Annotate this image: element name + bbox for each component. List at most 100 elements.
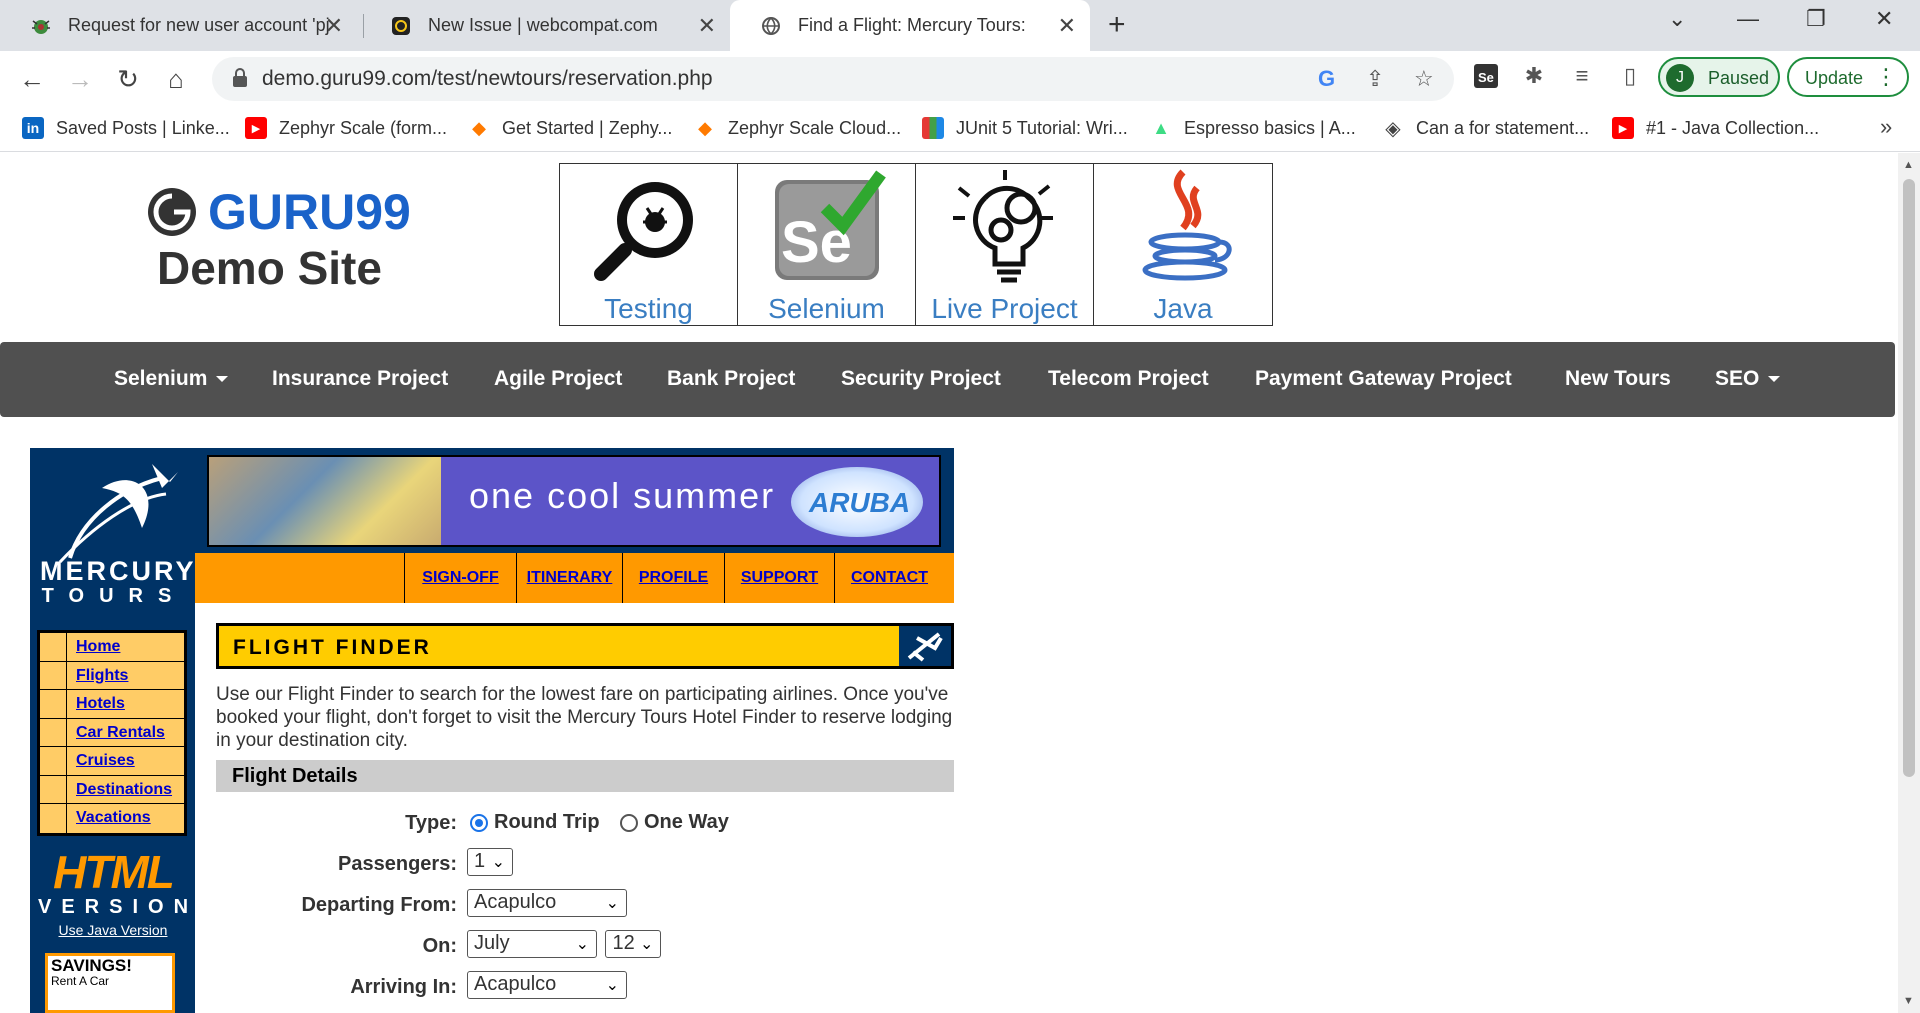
reading-list-icon[interactable]: ≡ (1568, 62, 1596, 90)
close-icon[interactable]: ✕ (1058, 13, 1076, 39)
scroll-down-arrow-icon[interactable]: ▼ (1903, 995, 1914, 1007)
left-nav-link[interactable]: Vacations (76, 809, 151, 827)
more-bookmarks-chevron-icon[interactable]: » (1880, 114, 1892, 140)
extensions-puzzle-icon[interactable]: ✱ (1520, 62, 1548, 90)
bookmarks-bar: in Saved Posts | Linke... ▶ Zephyr Scale… (0, 106, 1920, 152)
mercury-wordmark: MERCURY TOURS (40, 556, 194, 608)
left-nav-item-home[interactable]: Home (40, 633, 184, 662)
link-itinerary[interactable]: ITINERARY (516, 553, 622, 603)
guru99-logo[interactable]: GURU99 Demo Site (148, 183, 411, 295)
left-nav-link[interactable]: Destinations (76, 781, 172, 799)
caret-down-icon (1768, 376, 1781, 383)
course-live-project[interactable]: Live Project (916, 164, 1094, 325)
menu-label: SEO (1715, 367, 1760, 390)
page-scrollbar[interactable]: ▲ ▼ (1898, 153, 1920, 1013)
left-nav-item-destinations[interactable]: Destinations (40, 775, 184, 804)
close-icon[interactable]: ✕ (698, 13, 716, 39)
restore-icon[interactable]: ❐ (1806, 6, 1826, 32)
menu-selenium[interactable]: Selenium (114, 367, 229, 391)
course-selenium[interactable]: Se Selenium (738, 164, 916, 325)
menu-seo[interactable]: SEO (1715, 367, 1781, 391)
html-version-title: HTML (53, 846, 175, 898)
scroll-up-arrow-icon[interactable]: ▲ (1903, 159, 1914, 171)
left-nav-item-vacations[interactable]: Vacations (40, 804, 184, 833)
minimize-icon[interactable]: — (1737, 6, 1759, 32)
bookmark-item[interactable]: ▶ #1 - Java Collection... (1612, 117, 1819, 139)
profile-paused-button[interactable]: J Paused (1658, 57, 1780, 97)
new-tab-plus-icon[interactable]: + (1108, 8, 1126, 42)
left-nav-link[interactable]: Cruises (76, 752, 135, 770)
address-bar[interactable]: demo.guru99.com/test/newtours/reservatio… (212, 57, 1454, 101)
menu-agile-project[interactable]: Agile Project (494, 367, 622, 391)
bookmark-item[interactable]: ▶ Zephyr Scale (form... (245, 117, 447, 139)
forward-arrow-icon[interactable]: → (62, 61, 98, 97)
select-value: 12 (612, 932, 635, 954)
menu-telecom-project[interactable]: Telecom Project (1048, 367, 1209, 391)
menu-kebab-icon[interactable]: ⋮ (1875, 64, 1897, 90)
youtube-icon: ▶ (245, 117, 267, 139)
scrollbar-thumb[interactable] (1903, 179, 1915, 777)
left-nav-link[interactable]: Hotels (76, 695, 125, 713)
select-value: July (474, 932, 510, 954)
bookmark-star-icon[interactable]: ☆ (1414, 66, 1434, 92)
link-sign-off[interactable]: SIGN-OFF (404, 553, 516, 603)
one-way-radio[interactable] (620, 813, 638, 832)
link-support[interactable]: SUPPORT (724, 553, 834, 603)
type-row: Type: Round Trip One Way (216, 807, 954, 839)
bookmark-item[interactable]: ◆ Get Started | Zephy... (468, 117, 672, 139)
caret-down-icon (216, 376, 229, 383)
aruba-logo: ARUBA (791, 467, 923, 537)
left-nav-link[interactable]: Car Rentals (76, 724, 165, 742)
update-button[interactable]: Update ⋮ (1787, 57, 1909, 97)
left-nav-item-hotels[interactable]: Hotels (40, 690, 184, 719)
passengers-select[interactable]: 1 ⌄ (467, 848, 513, 876)
tab-find-a-flight[interactable]: Find a Flight: Mercury Tours: ✕ (730, 0, 1090, 51)
menu-security-project[interactable]: Security Project (841, 367, 1001, 391)
google-icon[interactable]: G (1318, 66, 1335, 92)
lightbulb-gears-icon (953, 170, 1053, 283)
left-nav-item-car-rentals[interactable]: Car Rentals (40, 718, 184, 747)
bookmark-item[interactable]: ◆ Zephyr Scale Cloud... (694, 117, 901, 139)
share-icon[interactable]: ⇪ (1366, 66, 1384, 92)
menu-insurance-project[interactable]: Insurance Project (272, 367, 448, 391)
month-select[interactable]: July ⌄ (467, 930, 597, 958)
selenium-extension-icon[interactable]: Se (1472, 62, 1500, 90)
bookmark-item[interactable]: JUnit 5 Tutorial: Wri... (922, 117, 1128, 139)
tab-request-user-account[interactable]: Request for new user account 'pj ✕ (0, 0, 357, 51)
java-version-link[interactable]: Use Java Version (38, 922, 188, 938)
tab-title: Request for new user account 'pj (68, 15, 330, 35)
menu-bank-project[interactable]: Bank Project (667, 367, 795, 391)
side-panel-icon[interactable]: ▯ (1616, 62, 1644, 90)
aruba-banner-ad[interactable]: one cool summer ARUBA (207, 455, 941, 547)
reload-icon[interactable]: ↻ (110, 61, 146, 97)
tab-webcompat-new-issue[interactable]: New Issue | webcompat.com ✕ (360, 0, 730, 51)
departing-select[interactable]: Acapulco ⌄ (467, 889, 627, 917)
arriving-select[interactable]: Acapulco ⌄ (467, 971, 627, 999)
window-close-icon[interactable]: ✕ (1875, 6, 1893, 32)
course-java[interactable]: Java (1094, 164, 1272, 325)
bookmark-item[interactable]: in Saved Posts | Linke... (22, 117, 230, 139)
mercury-tours-frame: MERCURY TOURS Home Flights Hotels Car Re… (30, 448, 954, 1013)
tab-search-chevron-icon[interactable]: ⌄ (1668, 6, 1686, 32)
link-contact[interactable]: CONTACT (834, 553, 944, 603)
left-nav-link[interactable]: Home (76, 638, 120, 656)
bookmark-item[interactable]: ▲ Espresso basics | A... (1150, 117, 1356, 139)
back-arrow-icon[interactable]: ← (14, 61, 50, 97)
left-nav-item-flights[interactable]: Flights (40, 661, 184, 690)
link-profile[interactable]: PROFILE (622, 553, 724, 603)
left-nav-item-cruises[interactable]: Cruises (40, 747, 184, 776)
airplane-icon (899, 626, 951, 666)
savings-ad[interactable]: SAVINGS! Rent A Car (45, 953, 175, 1013)
course-testing[interactable]: Testing (560, 164, 738, 325)
left-nav-link[interactable]: Flights (76, 667, 128, 685)
close-icon[interactable]: ✕ (325, 13, 343, 39)
zephyr-icon: ◆ (698, 117, 712, 138)
bookmark-item[interactable]: ◈ Can a for statement... (1382, 117, 1589, 140)
round-trip-radio[interactable] (470, 813, 488, 832)
url-text[interactable]: demo.guru99.com/test/newtours/reservatio… (262, 67, 713, 91)
home-icon[interactable]: ⌂ (158, 61, 194, 97)
menu-new-tours[interactable]: New Tours (1565, 367, 1671, 391)
menu-payment-gateway-project[interactable]: Payment Gateway Project (1255, 367, 1512, 391)
zephyr-icon: ◆ (472, 117, 486, 138)
day-select[interactable]: 12 ⌄ (605, 930, 662, 958)
